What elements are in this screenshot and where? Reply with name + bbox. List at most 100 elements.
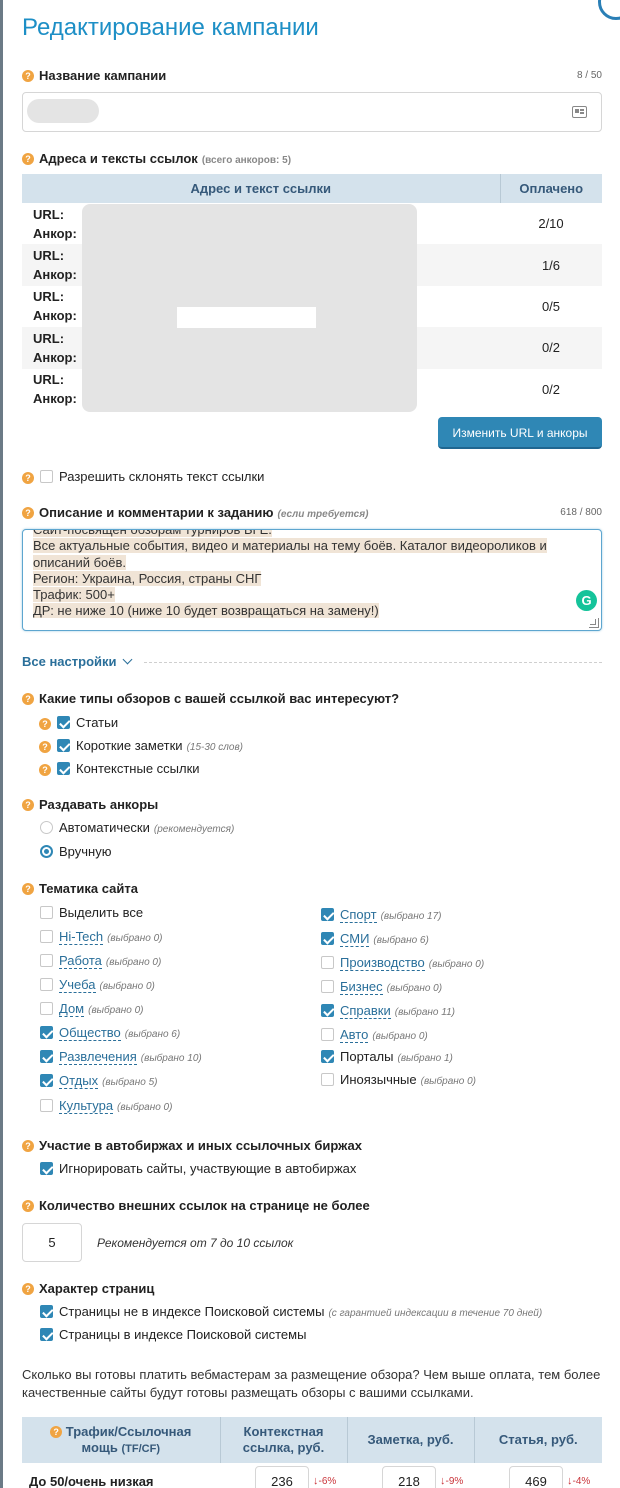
- url-label: URL:: [33, 206, 65, 222]
- table-row: До 50/очень низкая 236 ↓-6% 218 ↓-9% 469 ↓-…: [22, 1463, 602, 1488]
- topic-item[interactable]: Иноязычные (выбрано 0): [321, 1072, 476, 1087]
- inflect-checkbox[interactable]: [40, 470, 53, 484]
- topic-checkbox[interactable]: [40, 1002, 53, 1016]
- topic-item[interactable]: Общество (выбрано 6): [40, 1025, 180, 1041]
- description-text: Сайт-посвящен обзорам турниров БГЕ. Все …: [33, 530, 568, 620]
- help-icon[interactable]: ?: [22, 152, 34, 165]
- description-label: ? Описание и комментарии к заданию (если т…: [22, 505, 368, 520]
- help-icon[interactable]: ?: [50, 1426, 63, 1439]
- pages-not-indexed-option[interactable]: Страницы не в индексе Поисковой системы(…: [40, 1304, 542, 1319]
- topic-checkbox[interactable]: [40, 1074, 53, 1088]
- col-context-header: Контекстная ссылка, руб.: [219, 1417, 347, 1463]
- topic-item[interactable]: Отдых (выбрано 5): [40, 1073, 157, 1089]
- topic-item[interactable]: Бизнес (выбрано 0): [321, 979, 442, 995]
- topic-checkbox[interactable]: [321, 1050, 334, 1064]
- context-checkbox[interactable]: [57, 762, 70, 776]
- topic-checkbox[interactable]: [321, 956, 334, 970]
- indexed-checkbox[interactable]: [40, 1328, 53, 1342]
- description-counter: 618 / 800: [560, 507, 602, 518]
- context-price-input[interactable]: 236: [255, 1465, 309, 1488]
- ignore-autoexchanges-option[interactable]: Игнорировать сайты, участвующие в автоби…: [40, 1161, 356, 1176]
- chevron-down-icon: [122, 654, 132, 665]
- anchors-auto-option[interactable]: Автоматически (рекомендуется): [40, 820, 234, 835]
- help-icon[interactable]: ?: [22, 1282, 34, 1295]
- topic-item[interactable]: Справки (выбрано 11): [321, 1003, 455, 1019]
- topic-item[interactable]: Культура (выбрано 0): [40, 1098, 172, 1114]
- col-paid-header: Оплачено: [500, 174, 602, 203]
- topic-item[interactable]: Дом (выбрано 0): [40, 1001, 144, 1017]
- topic-item[interactable]: СМИ (выбрано 6): [321, 931, 429, 947]
- help-icon[interactable]: ?: [22, 1199, 34, 1212]
- note-price-input[interactable]: 218: [382, 1465, 436, 1488]
- help-icon[interactable]: ?: [22, 1139, 34, 1152]
- select-all-checkbox[interactable]: [40, 906, 53, 920]
- article-price-input[interactable]: 469: [509, 1465, 563, 1488]
- context-price-cell: 236 ↓-6%: [220, 1463, 347, 1488]
- select-all-option[interactable]: Выделить все: [40, 905, 143, 920]
- help-icon[interactable]: ?: [22, 69, 34, 82]
- anchors-manual-option[interactable]: Вручную: [40, 844, 111, 859]
- topic-checkbox[interactable]: [321, 1028, 334, 1042]
- campaign-name-label: ? Название кампании: [22, 68, 166, 83]
- inflect-option[interactable]: ? Разрешить склонять текст ссылки: [22, 469, 264, 484]
- topic-checkbox[interactable]: [40, 1099, 53, 1113]
- topic-item[interactable]: Учеба (выбрано 0): [40, 977, 155, 993]
- note-price-cell: 218 ↓-9%: [347, 1463, 474, 1488]
- topic-item[interactable]: Развлечения (выбрано 10): [40, 1049, 202, 1065]
- not-indexed-checkbox[interactable]: [40, 1305, 53, 1319]
- topic-checkbox[interactable]: [40, 978, 53, 992]
- help-icon[interactable]: ?: [22, 471, 34, 484]
- topic-item[interactable]: Порталы (выбрано 1): [321, 1049, 453, 1064]
- topic-checkbox[interactable]: [40, 1050, 53, 1064]
- help-icon[interactable]: ?: [39, 740, 51, 753]
- help-icon[interactable]: ?: [22, 798, 34, 811]
- anchors-mode-label: ? Раздавать анкоры: [22, 797, 158, 812]
- topic-checkbox[interactable]: [321, 980, 334, 994]
- review-type-notes[interactable]: ? Короткие заметки (15-30 слов): [39, 738, 243, 753]
- campaign-name-input[interactable]: [22, 92, 602, 132]
- topic-item[interactable]: Hi-Tech (выбрано 0): [40, 929, 162, 945]
- col-link-header: Адрес и текст ссылки: [22, 174, 501, 203]
- review-types-label: ? Какие типы обзоров с вашей ссылкой вас …: [22, 691, 399, 706]
- col-traffic-header: ? Трафик/Ссылочная мощь (TF/CF): [22, 1417, 220, 1463]
- description-textarea[interactable]: Сайт-посвящен обзорам турниров БГЕ. Все …: [22, 529, 602, 631]
- pages-label: ? Характер страниц: [22, 1281, 154, 1296]
- topic-checkbox[interactable]: [40, 954, 53, 968]
- help-icon[interactable]: ?: [39, 763, 51, 776]
- edit-urls-button[interactable]: Изменить URL и анкоры: [438, 417, 602, 449]
- paid-value: 0/5: [541, 298, 561, 314]
- help-icon[interactable]: ?: [39, 717, 51, 730]
- notes-checkbox[interactable]: [57, 739, 70, 753]
- topic-checkbox[interactable]: [40, 930, 53, 944]
- articles-checkbox[interactable]: [57, 716, 70, 730]
- contact-card-icon[interactable]: [572, 106, 587, 118]
- all-settings-toggle[interactable]: Все настройки: [22, 654, 132, 669]
- review-type-articles[interactable]: ? Статьи: [39, 715, 118, 730]
- review-type-context[interactable]: ? Контекстные ссылки: [39, 761, 200, 776]
- resize-handle[interactable]: [589, 618, 599, 628]
- topic-checkbox[interactable]: [321, 908, 334, 922]
- traffic-level: До 50/очень низкая: [29, 1473, 154, 1488]
- ignore-autoexchanges-checkbox[interactable]: [40, 1162, 53, 1176]
- floating-action-button[interactable]: [598, 0, 620, 20]
- topic-checkbox[interactable]: [40, 1026, 53, 1040]
- topic-item[interactable]: Спорт (выбрано 17): [321, 907, 442, 923]
- topic-item[interactable]: Работа (выбрано 0): [40, 953, 161, 969]
- help-icon[interactable]: ?: [22, 882, 34, 895]
- topic-checkbox[interactable]: [321, 1004, 334, 1018]
- campaign-name-value: [27, 99, 99, 123]
- grammarly-icon[interactable]: G: [576, 590, 597, 611]
- topic-checkbox[interactable]: [321, 1073, 334, 1087]
- help-icon[interactable]: ?: [22, 692, 34, 705]
- topics-label: ? Тематика сайта: [22, 881, 138, 896]
- window-left-edge: [0, 0, 3, 1488]
- auto-radio[interactable]: [40, 821, 53, 835]
- pages-indexed-option[interactable]: Страницы в индексе Поисковой системы: [40, 1327, 306, 1342]
- topic-item[interactable]: Производство (выбрано 0): [321, 955, 484, 971]
- divider: [144, 662, 602, 663]
- external-links-input[interactable]: 5: [22, 1223, 82, 1262]
- topic-item[interactable]: Авто (выбрано 0): [321, 1027, 428, 1043]
- manual-radio[interactable]: [40, 845, 53, 859]
- help-icon[interactable]: ?: [22, 506, 34, 519]
- topic-checkbox[interactable]: [321, 932, 334, 946]
